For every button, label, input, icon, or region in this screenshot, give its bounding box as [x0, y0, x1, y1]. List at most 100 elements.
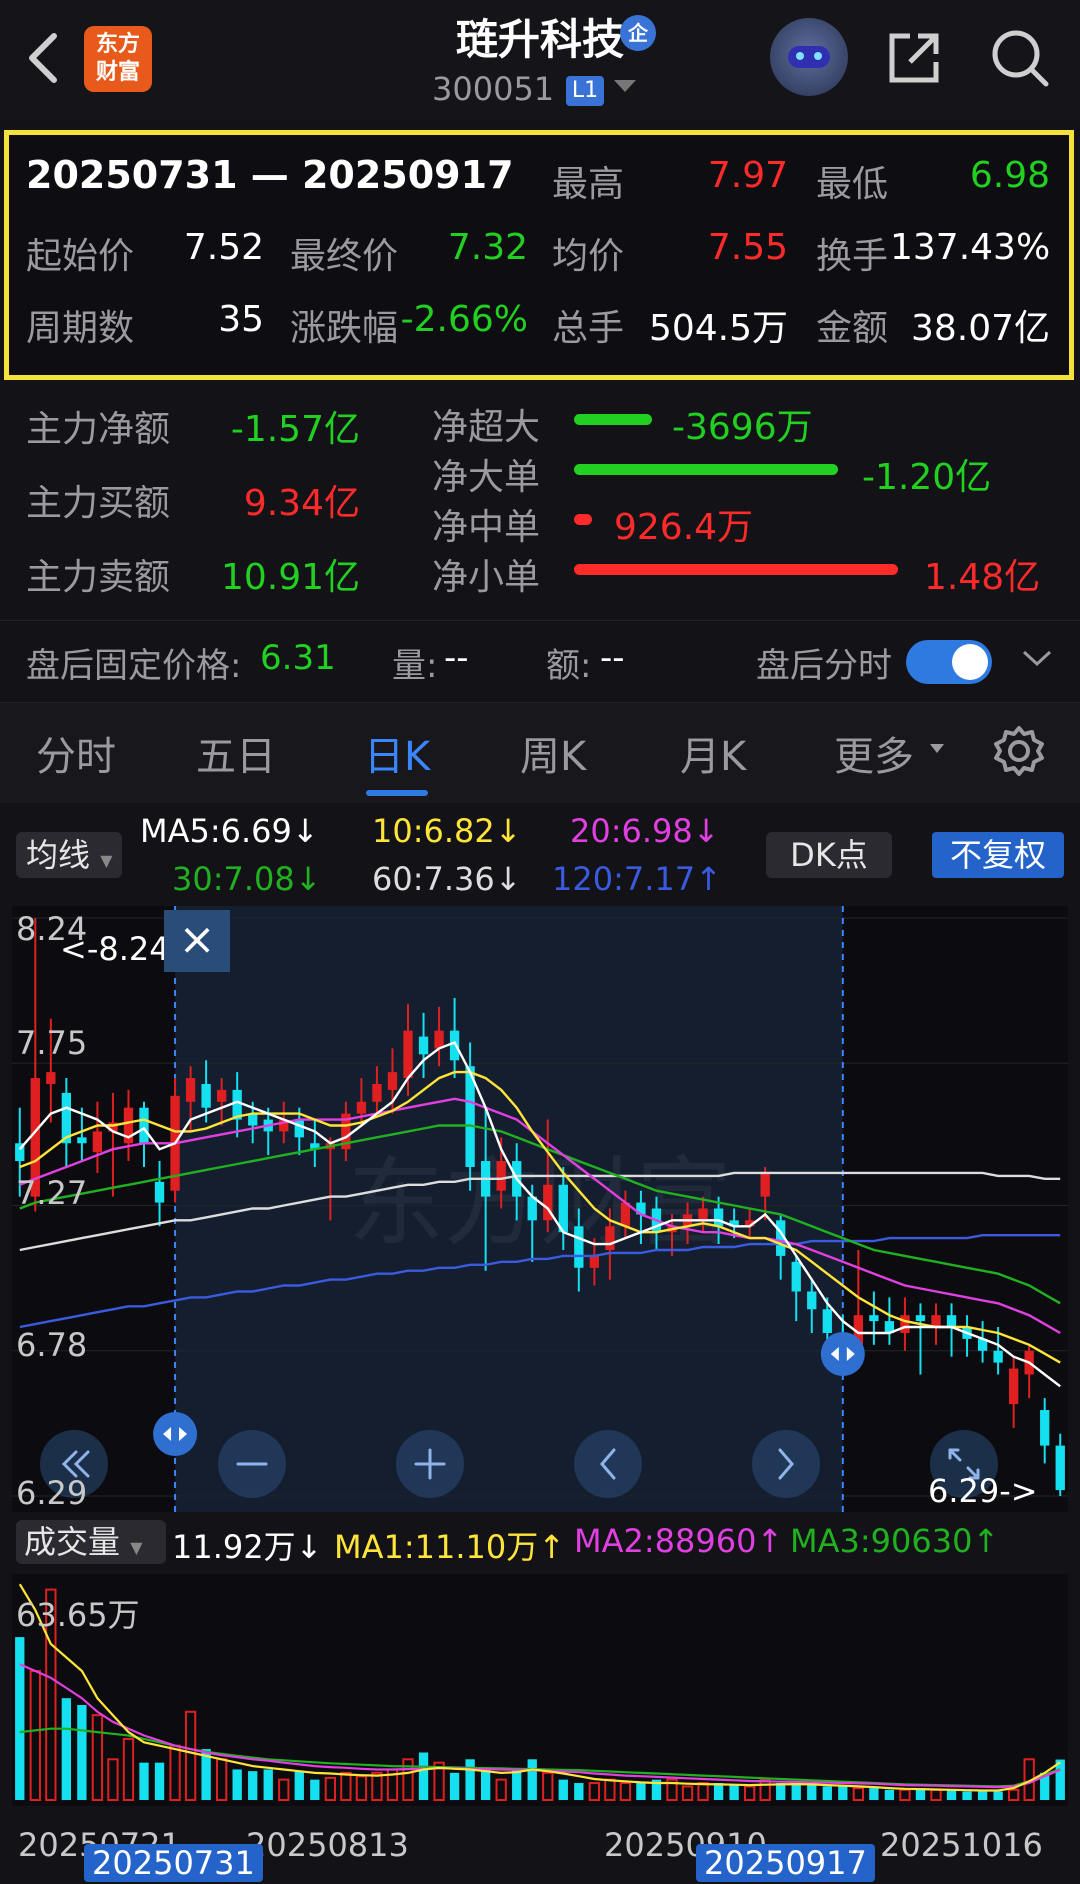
- candle-body: [760, 1172, 770, 1197]
- kline-svg: 东方财富: [12, 906, 1068, 1512]
- volume-bar: [15, 1637, 25, 1800]
- after-hours-toggle[interactable]: [906, 640, 992, 684]
- tab-intraday[interactable]: 分时: [36, 724, 116, 782]
- volume-bar: [636, 1783, 646, 1800]
- selection-end-date: 20250917: [696, 1844, 875, 1882]
- indicator-dropdown-label: 均线: [26, 836, 91, 874]
- robot-icon: [788, 46, 830, 68]
- tab-monthly-k[interactable]: 月K: [680, 724, 746, 782]
- after-hours-amt-label: 额:: [546, 646, 592, 686]
- low-label: 最低: [816, 164, 889, 205]
- candle-body: [589, 1255, 600, 1268]
- candle-body: [698, 1208, 708, 1221]
- tab-weekly-k[interactable]: 周K: [520, 724, 586, 782]
- mid-order-label: 净中单: [432, 507, 541, 548]
- search-icon: [992, 30, 1049, 87]
- candle-body: [92, 1131, 103, 1153]
- candle-body: [900, 1315, 910, 1333]
- no-adjust-button[interactable]: 不复权: [932, 832, 1064, 878]
- active-tab-underline: [366, 790, 428, 796]
- main-sell-label: 主力卖额: [26, 557, 171, 598]
- caret-down-icon[interactable]: [614, 80, 636, 92]
- candle-body: [185, 1078, 196, 1102]
- kline-chart[interactable]: 东方财富: [12, 906, 1068, 1512]
- y-label-3: 7.27: [16, 1174, 88, 1212]
- periods-label: 周期数: [26, 308, 135, 349]
- x-label-4: 20251016: [880, 1826, 1043, 1864]
- dk-point-button[interactable]: DK点: [766, 832, 892, 878]
- candle-body: [139, 1107, 149, 1144]
- tab-more[interactable]: 更多: [834, 724, 914, 782]
- candle-body: [216, 1089, 227, 1102]
- main-buy-value: 9.34亿: [243, 483, 360, 524]
- search-button[interactable]: [988, 26, 1052, 90]
- xl-order-bar: [574, 414, 652, 425]
- volume-bar: [776, 1783, 786, 1800]
- robot-eye-right: [814, 52, 822, 60]
- volume-bar: [154, 1762, 165, 1800]
- candle-body: [993, 1350, 1003, 1363]
- volume-bar: [512, 1769, 522, 1800]
- large-order-bar: [574, 464, 838, 475]
- tab-five-day[interactable]: 五日: [196, 724, 276, 782]
- volume-indicator-dropdown[interactable]: 成交量 ▼: [16, 1520, 166, 1564]
- volume-bar: [61, 1698, 72, 1800]
- main-net-label: 主力净额: [26, 409, 171, 450]
- tab-daily-k[interactable]: 日K: [364, 724, 430, 782]
- zoom-in-button[interactable]: [396, 1430, 464, 1498]
- volume-bar: [574, 1783, 584, 1800]
- candle-body: [294, 1119, 304, 1138]
- volume-bar: [962, 1791, 972, 1800]
- candle-body: [46, 1072, 56, 1084]
- ma60-value: 60:7.36↓: [372, 860, 522, 898]
- candle-body: [807, 1291, 817, 1310]
- candle-body: [356, 1101, 367, 1114]
- pan-right-button[interactable]: [752, 1430, 820, 1498]
- candle-body: [403, 1030, 413, 1079]
- volume-bar: [232, 1769, 242, 1800]
- ma30-value: 30:7.08↓: [172, 860, 322, 898]
- x-label-2: 20250813: [246, 1826, 409, 1864]
- turnover-label: 换手: [816, 236, 889, 277]
- expand-chevron-button[interactable]: [1020, 646, 1054, 674]
- after-hours-price-label: 盘后固定价格:: [26, 646, 242, 686]
- change-label: 涨跌幅: [290, 308, 399, 349]
- volume-ma2: MA2:88960↑: [574, 1522, 784, 1560]
- open-value: 7.52: [183, 227, 264, 268]
- volume-bar: [791, 1783, 801, 1800]
- volume-bar: [77, 1704, 87, 1800]
- share-button[interactable]: [884, 28, 944, 88]
- y-label-5: 6.29: [16, 1474, 88, 1512]
- volume-ma1: MA1:11.10万↑: [334, 1528, 566, 1566]
- quote-level-badge[interactable]: L1: [566, 76, 604, 106]
- chart-settings-button[interactable]: [992, 724, 1046, 782]
- main-net-value: -1.57亿: [230, 409, 360, 450]
- volume-bar: [869, 1788, 879, 1800]
- more-caret-icon: [930, 744, 944, 753]
- volume-bar: [527, 1759, 537, 1800]
- mid-order-bar: [574, 514, 592, 525]
- candle-body: [869, 1315, 879, 1322]
- indicator-dropdown[interactable]: 均线 ▼: [16, 832, 122, 878]
- small-order-bar: [574, 564, 898, 575]
- pan-left-button[interactable]: [574, 1430, 642, 1498]
- y-label-4: 6.78: [16, 1326, 88, 1364]
- handle-circle: [820, 1332, 865, 1376]
- candle-body: [946, 1315, 957, 1328]
- amount-label: 金额: [816, 308, 889, 349]
- zoom-out-button[interactable]: [218, 1430, 286, 1498]
- candle-body: [434, 1030, 444, 1049]
- candle-body: [1008, 1368, 1019, 1405]
- y-label-2: 7.75: [16, 1024, 88, 1062]
- volume-bar: [480, 1769, 491, 1800]
- avg-label: 均价: [552, 236, 625, 277]
- volume-bar: [418, 1752, 429, 1800]
- candle-body: [574, 1226, 584, 1268]
- volume-top-label: 63.65万: [16, 1596, 140, 1634]
- candle-body: [201, 1083, 211, 1108]
- volume-bar: [139, 1762, 149, 1800]
- ai-assistant-button[interactable]: [770, 18, 848, 96]
- close-selection-button[interactable]: ×: [164, 910, 230, 972]
- volume-chart[interactable]: [12, 1574, 1068, 1806]
- volume-value: 504.5万: [648, 308, 788, 349]
